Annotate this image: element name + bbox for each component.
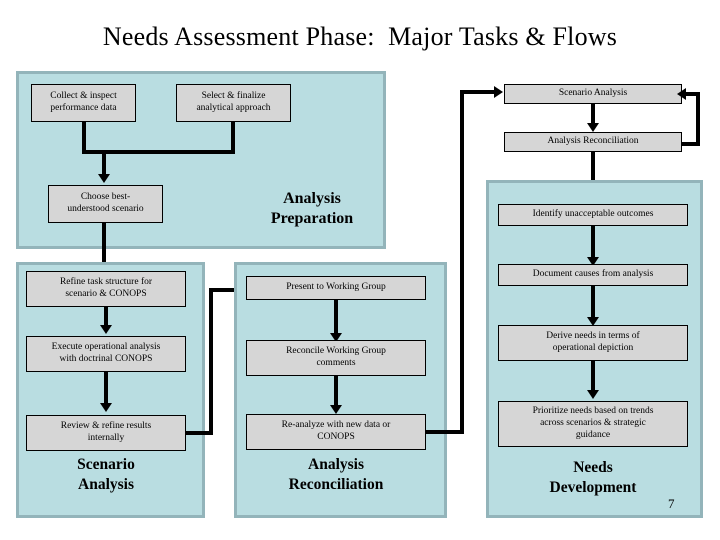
task-box-line-1: Derive needs in terms of [546,331,640,342]
task-box-line-2: scenario & CONOPS [65,289,147,299]
task-box-line-1: Document causes from analysis [532,269,654,280]
task-box-line-1: Collect & inspect [50,91,117,102]
overview-box-label: Scenario Analysis [558,88,628,99]
task-box-line-2: across scenarios & strategic [540,418,646,429]
task-box-line-1: Refine task structure for [59,277,153,288]
task-box-line-2: performance data [50,103,117,113]
task-box-line-1: Present to Working Group [286,282,386,293]
task-box-line-2: with doctrinal CONOPS [59,354,153,364]
task-box-line-2: understood scenario [67,204,144,214]
page-number: 7 [668,496,675,511]
overview-box-analysis-reconciliation[interactable]: Analysis Reconciliation [504,132,682,152]
task-box-collect-inspect[interactable]: Collect & inspect performance data [31,84,136,122]
phase-label-line-2: Analysis [78,476,134,494]
task-box-line-1: Execute operational analysis [51,342,161,353]
phase-label-line-2: Development [549,479,637,497]
connector-loop-up [696,92,700,146]
task-box-derive-needs[interactable]: Derive needs in terms of operational dep… [498,325,688,361]
phase-label-line-1: Needs [573,459,613,476]
task-box-line-1: Identify unacceptable outcomes [532,209,654,220]
connector-present-to-reconcile [334,300,338,336]
task-box-review-refine-results[interactable]: Review & refine results internally [26,415,186,451]
connector-merge-down [102,150,106,176]
arrowhead-derive-to-prioritize [587,390,599,399]
task-box-line-2: operational depiction [552,343,634,353]
task-box-prioritize-needs[interactable]: Prioritize needs based on trends across … [498,401,688,447]
task-box-refine-task-structure[interactable]: Refine task structure for scenario & CON… [26,271,186,307]
page-title: Needs Assessment Phase: Major Tasks & Fl… [102,22,618,51]
phase-label-analysis-preparation: Analysis Preparation [232,189,392,230]
phase-label-needs-development: Needs Development [498,458,688,498]
task-box-choose-scenario[interactable]: Choose best- understood scenario [48,185,163,223]
task-box-reconcile-working-group-comments[interactable]: Reconcile Working Group comments [246,340,426,376]
task-box-identify-unacceptable-outcomes[interactable]: Identify unacceptable outcomes [498,204,688,226]
task-box-line-1: Reconcile Working Group [286,346,386,357]
connector-identify-to-document [591,226,595,260]
connector-feedback-up [460,90,464,434]
connector-reconcile-to-reanalyze [334,376,338,408]
task-box-document-causes[interactable]: Document causes from analysis [498,264,688,286]
task-box-line-2: comments [316,358,356,368]
overview-box-scenario-analysis[interactable]: Scenario Analysis [504,84,682,104]
task-box-line-1: Select & finalize [201,91,266,102]
connector-derive-to-prioritize [591,361,595,393]
phase-label-line-1: Analysis [283,190,341,207]
task-box-line-1: Review & refine results [60,421,152,432]
arrowhead-to-choose-scenario [98,174,110,183]
slide-canvas: Needs Assessment Phase: Major Tasks & Fl… [0,0,720,540]
connector-execute-to-review [104,372,108,406]
connector-document-to-derive [591,286,595,320]
task-box-line-2: CONOPS [317,432,355,442]
arrowhead-loop-to-scenario-analysis [677,88,686,100]
task-box-line-1: Re-analyze with new data or [281,420,391,431]
task-box-line-2: internally [87,433,125,443]
arrowhead-execute-to-review [100,403,112,412]
task-box-reanalyze-new-data[interactable]: Re-analyze with new data or CONOPS [246,414,426,450]
task-box-execute-operational-analysis[interactable]: Execute operational analysis with doctri… [26,336,186,372]
task-box-present-to-working-group[interactable]: Present to Working Group [246,276,426,300]
arrowhead-reconcile-to-reanalyze [330,405,342,414]
phase-label-line-2: Reconciliation [288,476,384,494]
connector-prep-to-scenario [102,223,106,265]
phase-label-scenario-analysis: Scenario Analysis [26,455,186,495]
task-box-line-1: Prioritize needs based on trends [532,406,654,417]
phase-label-line-1: Scenario [77,456,135,473]
task-box-line-1: Choose best- [80,192,131,203]
connector-loop-back-left [684,92,698,96]
connector-reanalyze-right [426,430,464,434]
arrowhead-feedback-to-scenario-analysis [494,86,503,98]
overview-box-label: Analysis Reconciliation [547,136,639,147]
phase-label-line-2: Preparation [270,210,354,228]
arrowhead-refine-to-execute [100,325,112,334]
phase-label-line-1: Analysis [308,456,364,473]
task-box-line-3: guidance [575,429,611,440]
task-box-line-2: analytical approach [196,103,271,113]
arrowhead-overview-to-reconciliation [587,123,599,132]
phase-label-analysis-reconciliation: Analysis Reconciliation [246,455,426,495]
task-box-select-finalize[interactable]: Select & finalize analytical approach [176,84,291,122]
connector-review-up [209,288,213,435]
